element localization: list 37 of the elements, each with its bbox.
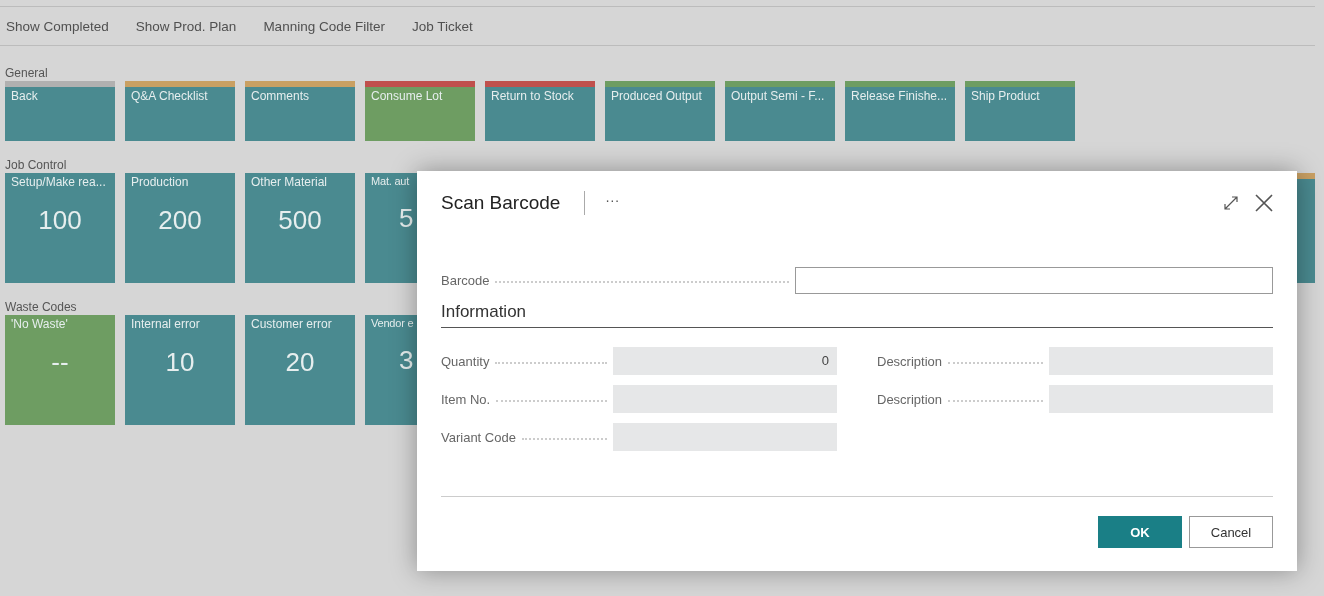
tile-count: --	[51, 347, 69, 378]
tile-label: Other Material	[251, 175, 329, 189]
tile-label: Setup/Make rea...	[11, 175, 107, 189]
tile-label: Ship Product	[971, 89, 1041, 103]
tile-count: 200	[158, 205, 202, 236]
tile-label: Q&A Checklist	[131, 89, 209, 103]
dialog-title: Scan Barcode	[441, 192, 561, 214]
group-title: Waste Codes	[4, 299, 77, 315]
tile-label: Produced Output	[611, 89, 703, 103]
tile-count: 5	[399, 203, 414, 234]
section-heading: Information	[441, 294, 1273, 328]
field-label: Item No.	[441, 391, 491, 407]
tile-label: 'No Waste'	[11, 317, 69, 331]
group-title: General	[4, 65, 48, 81]
tile-label: Mat. aut	[371, 175, 411, 187]
tile-count: 100	[38, 205, 82, 236]
tile-count: 3	[399, 345, 414, 376]
field-label: Description	[877, 353, 943, 369]
tile-label: Comments	[251, 89, 310, 103]
field-label: Barcode	[441, 272, 490, 288]
tile-label: Internal error	[131, 317, 201, 331]
tile-count: 20	[285, 347, 315, 378]
tile-label: Release Finishe...	[851, 89, 949, 103]
tile-label: Output Semi - F...	[731, 89, 826, 103]
tile-label: Consume Lot	[371, 89, 444, 103]
field-label: Variant Code	[441, 429, 516, 445]
tile-label: Customer error	[251, 317, 333, 331]
tile-count: 10	[165, 347, 195, 378]
tile-label: Back	[11, 89, 39, 103]
field-label: Quantity	[441, 353, 490, 369]
tile-count: 500	[278, 205, 322, 236]
read-only-field: 0	[613, 347, 837, 375]
field-label: Description	[877, 391, 943, 407]
group-title: Job Control	[4, 157, 67, 173]
tile-label: Vendor e	[371, 317, 415, 329]
tile-label: Production	[131, 175, 190, 189]
tile-label: Return to Stock	[491, 89, 575, 103]
